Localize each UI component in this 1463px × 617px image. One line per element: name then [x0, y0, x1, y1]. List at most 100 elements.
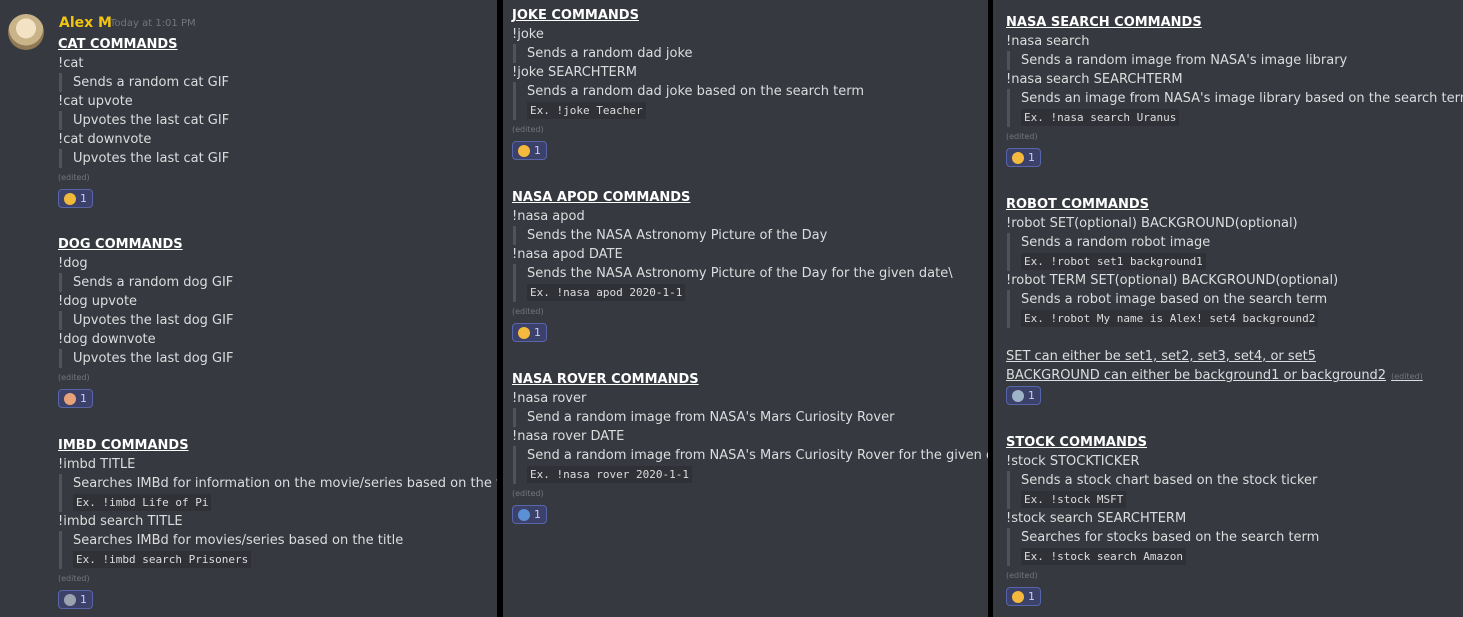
blockquote: Sends a random dad joke — [513, 44, 864, 63]
command-description: Upvotes the last cat GIF — [73, 113, 230, 128]
message-panel-middle: JOKE COMMANDS !joke Sends a random dad j… — [503, 0, 988, 617]
inline-code: Ex. !joke Teacher — [527, 102, 646, 119]
command-description: Sends a random image from NASA's image l… — [1021, 53, 1348, 68]
section-heading: NASA SEARCH COMMANDS — [1006, 15, 1202, 30]
blockquote: Send a random image from NASA's Mars Cur… — [513, 446, 988, 484]
reaction-count: 1 — [534, 326, 541, 339]
command-text: !imbd TITLE — [58, 457, 136, 472]
blockquote: Upvotes the last cat GIF — [59, 111, 229, 130]
command-description: Send a random image from NASA's Mars Cur… — [527, 410, 895, 425]
nerd-face-icon — [518, 326, 530, 339]
command-description: Sends a robot image based on the search … — [1021, 292, 1328, 307]
command-text: !nasa apod DATE — [512, 247, 623, 262]
example-line: Ex. !stock search Amazon — [1021, 547, 1319, 566]
edited-label: (edited) — [512, 125, 544, 134]
command-text: !nasa search — [1006, 34, 1090, 49]
edited-label: (edited) — [1006, 132, 1038, 141]
command-text: !robot TERM SET(optional) BACKGROUND(opt… — [1006, 273, 1339, 288]
reaction-button[interactable]: 1 — [1006, 587, 1041, 606]
blockquote: Sends a robot image based on the search … — [1007, 290, 1423, 328]
edited-label: (edited) — [58, 373, 90, 382]
example-line: Ex. !nasa apod 2020-1-1 — [527, 283, 953, 302]
command-description: Searches IMBd for information on the mov… — [73, 476, 497, 491]
nasa-rover-commands-section: NASA ROVER COMMANDS !nasa rover Send a r… — [512, 370, 988, 525]
joy-icon — [518, 144, 530, 157]
example-line: Ex. !stock MSFT — [1021, 490, 1319, 509]
blockquote: Sends a random dog GIF — [59, 273, 233, 292]
avatar[interactable] — [8, 14, 44, 50]
command-text: !robot SET(optional) BACKGROUND(optional… — [1006, 216, 1298, 231]
command-description: Send a random image from NASA's Mars Cur… — [527, 448, 988, 463]
edited-label: (edited) — [512, 489, 544, 498]
command-text: !dog upvote — [58, 294, 138, 309]
inline-code: Ex. !imbd Life of Pi — [73, 494, 212, 511]
section-heading: DOG COMMANDS — [58, 237, 183, 252]
blockquote: Sends a random dad joke based on the sea… — [513, 82, 864, 120]
inline-code: Ex. !stock search Amazon — [1021, 548, 1186, 565]
blockquote: Sends a stock chart based on the stock t… — [1007, 471, 1319, 509]
reaction-count: 1 — [534, 508, 541, 521]
inline-code: Ex. !stock MSFT — [1021, 491, 1127, 508]
inline-code: Ex. !robot set1 background1 — [1021, 253, 1206, 270]
blockquote: Sends an image from NASA's image library… — [1007, 89, 1463, 127]
section-heading: ROBOT COMMANDS — [1006, 197, 1149, 212]
section-heading: JOKE COMMANDS — [512, 8, 639, 23]
command-description: Sends an image from NASA's image library… — [1021, 91, 1463, 106]
message-timestamp: Today at 1:01 PM — [110, 18, 196, 29]
command-description: Sends the NASA Astronomy Picture of the … — [527, 228, 828, 243]
reaction-count: 1 — [80, 593, 87, 606]
reaction-button[interactable]: 1 — [1006, 386, 1041, 405]
command-text: !dog downvote — [58, 332, 156, 347]
reaction-button[interactable]: 1 — [512, 323, 547, 342]
inline-code: Ex. !imbd search Prisoners — [73, 551, 252, 568]
command-text: !cat — [58, 56, 84, 71]
command-description: Sends a random dad joke based on the sea… — [527, 84, 865, 99]
command-description: Sends a random cat GIF — [73, 75, 230, 90]
reaction-button[interactable]: 1 — [58, 189, 93, 208]
reaction-count: 1 — [534, 144, 541, 157]
command-text: !stock search SEARCHTERM — [1006, 511, 1187, 526]
command-description: Searches IMBd for movies/series based on… — [73, 533, 404, 548]
command-description: Sends a stock chart based on the stock t… — [1021, 473, 1318, 488]
inline-code: Ex. !robot My name is Alex! set4 backgro… — [1021, 310, 1319, 327]
command-text: !cat downvote — [58, 132, 152, 147]
command-text: !cat upvote — [58, 94, 133, 109]
set-options-note: SET can either be set1, set2, set3, set4… — [1006, 349, 1317, 364]
reaction-button[interactable]: 1 — [58, 389, 93, 408]
command-description: Searches for stocks based on the search … — [1021, 530, 1320, 545]
message-panel-left: Alex M Today at 1:01 PM CAT COMMANDS !ca… — [0, 0, 497, 617]
reaction-count: 1 — [80, 192, 87, 205]
blockquote: Upvotes the last dog GIF — [59, 311, 233, 330]
command-description: Upvotes the last dog GIF — [73, 313, 234, 328]
inline-code: Ex. !nasa rover 2020-1-1 — [527, 466, 692, 483]
command-text: !joke SEARCHTERM — [512, 65, 637, 80]
example-line: Ex. !joke Teacher — [527, 101, 864, 120]
blockquote: Send a random image from NASA's Mars Cur… — [513, 408, 988, 427]
section-heading: CAT COMMANDS — [58, 37, 178, 52]
joke-commands-section: JOKE COMMANDS !joke Sends a random dad j… — [512, 6, 864, 161]
cat-commands-section: CAT COMMANDS !cat Sends a random cat GIF… — [58, 35, 229, 209]
example-line: Ex. !nasa search Uranus — [1021, 108, 1463, 127]
message-panel-right: NASA SEARCH COMMANDS !nasa search Sends … — [993, 0, 1463, 617]
author-name[interactable]: Alex M — [59, 15, 112, 31]
reaction-button[interactable]: 1 — [58, 590, 93, 609]
blockquote: Searches IMBd for movies/series based on… — [59, 531, 497, 569]
command-description: Sends the NASA Astronomy Picture of the … — [527, 266, 953, 281]
thinking-face-icon — [1012, 151, 1024, 164]
inline-code: Ex. !nasa search Uranus — [1021, 109, 1180, 126]
blockquote: Searches for stocks based on the search … — [1007, 528, 1319, 566]
reaction-button[interactable]: 1 — [512, 141, 547, 160]
section-heading: NASA APOD COMMANDS — [512, 190, 691, 205]
blockquote: Upvotes the last dog GIF — [59, 349, 233, 368]
inline-code: Ex. !nasa apod 2020-1-1 — [527, 284, 686, 301]
reaction-count: 1 — [1028, 590, 1035, 603]
command-description: Upvotes the last cat GIF — [73, 151, 230, 166]
command-description: Upvotes the last dog GIF — [73, 351, 234, 366]
edited-label: (edited) — [1391, 372, 1423, 381]
smiling-cat-icon — [64, 192, 76, 205]
reaction-button[interactable]: 1 — [512, 505, 547, 524]
command-description: Sends a random dog GIF — [73, 275, 234, 290]
example-line: Ex. !nasa rover 2020-1-1 — [527, 465, 988, 484]
example-line: Ex. !robot set1 background1 — [1021, 252, 1423, 271]
reaction-button[interactable]: 1 — [1006, 148, 1041, 167]
